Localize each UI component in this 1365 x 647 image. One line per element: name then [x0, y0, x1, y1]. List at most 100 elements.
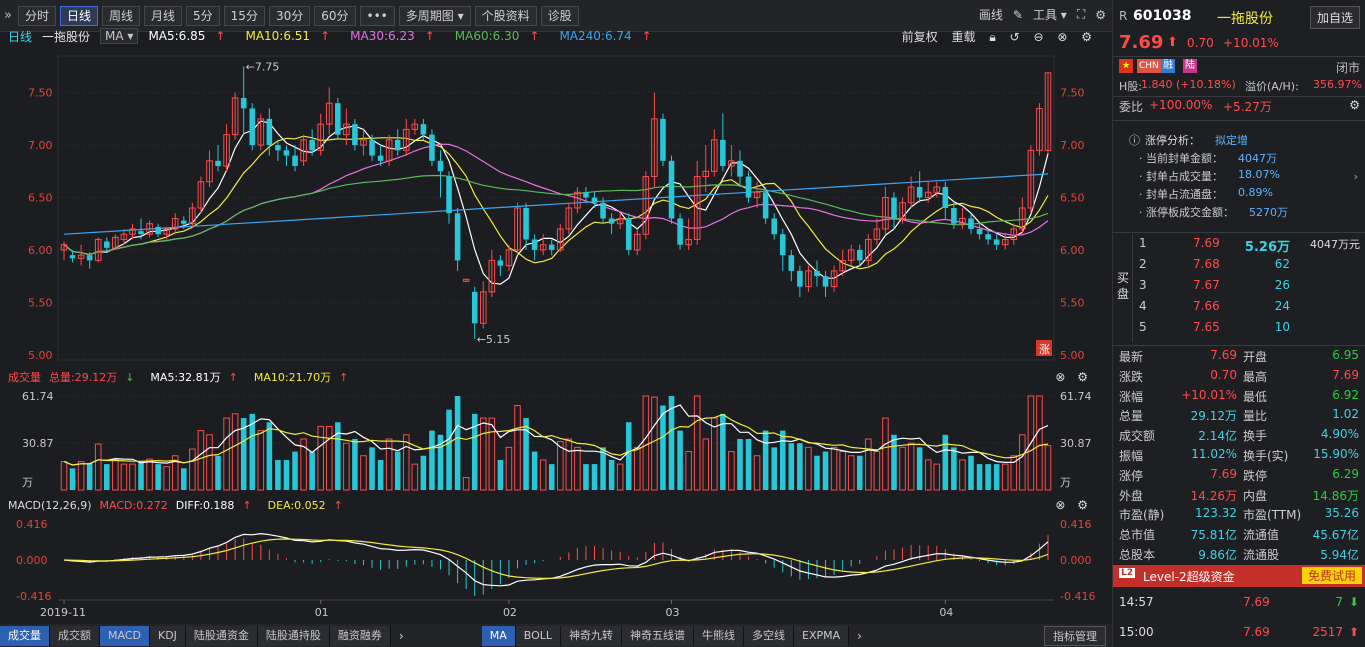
volume-bar [523, 418, 529, 490]
close-icon[interactable]: ⊗ [1055, 370, 1065, 384]
settings-icon[interactable]: ⚙ [1077, 370, 1088, 384]
tag-row: ★ CHN 融 陆 闭市 [1113, 58, 1365, 76]
buy-price[interactable]: 7.69 [1193, 236, 1220, 250]
reload-button[interactable]: 重载 [952, 30, 976, 44]
limit-status: 拟定增 [1215, 134, 1248, 147]
period-tab[interactable]: 5分 [186, 5, 220, 26]
buy-price[interactable]: 7.65 [1193, 320, 1220, 334]
more-right-icon[interactable]: › [857, 629, 862, 643]
period-tab[interactable]: 60分 [314, 5, 356, 26]
h-share-row: H股: 1.840 (+10.18%) 溢价(A/H): 356.97% [1113, 78, 1365, 96]
volume-bar [745, 438, 752, 490]
fuquan-button[interactable]: 前复权 [902, 30, 938, 44]
indicator-manage-button[interactable]: 指标管理 [1044, 625, 1106, 646]
candle-body [608, 218, 615, 224]
indicator-tab[interactable]: 陆股通持股 [257, 625, 330, 646]
indicator-select[interactable]: MA ▾ [100, 28, 139, 44]
candle-body [309, 139, 315, 151]
buy-price[interactable]: 7.67 [1193, 278, 1220, 292]
period-tab[interactable]: 15分 [223, 5, 265, 26]
indicator-tab[interactable]: 牛熊线 [694, 625, 745, 646]
collapse-left-icon[interactable]: » [4, 8, 12, 23]
more-left-icon[interactable]: › [399, 629, 404, 643]
indicator-tab[interactable]: 神奇五线谱 [622, 625, 695, 646]
quote-label: 最低 [1243, 389, 1268, 404]
candle-body [249, 108, 256, 146]
quote-value: 9.86亿 [1198, 548, 1237, 562]
candlestick-chart[interactable]: 7.50 7.00 6.50 6.00 5.50 5.00 7.50 7.00 6.50 6.0… [0, 46, 1112, 368]
quote-value: 2.14亿 [1198, 429, 1237, 444]
settings-icon[interactable]: ⚙ [1095, 8, 1106, 22]
tick-volume: 2517 [1312, 625, 1343, 639]
period-tab[interactable]: 多周期图 ▾ [398, 5, 471, 26]
limit-line-value: 18.07% [1238, 168, 1280, 181]
macd-chart[interactable]: 0.416 0.416 0.000 0.000 -0.416 -0.416 2019-11… [0, 514, 1112, 624]
candle-body [856, 249, 863, 261]
settings-icon[interactable]: ⚙ [1077, 498, 1088, 512]
volume-bar [856, 455, 863, 490]
undo-icon[interactable]: ↺ [1010, 30, 1020, 44]
close-icon[interactable]: ⊗ [1057, 30, 1067, 44]
period-tab[interactable]: 分时 [17, 5, 56, 26]
indicator-tab[interactable]: 多空线 [744, 625, 795, 646]
up-arrow-icon: ↑ [228, 371, 238, 384]
settings-icon[interactable]: ⚙ [1349, 98, 1360, 112]
period-tab[interactable]: ••• [359, 5, 395, 26]
macd-tick-label: -0.416 [16, 590, 51, 603]
settings-icon[interactable]: ⚙ [1081, 30, 1092, 44]
quote-label: 总股本 [1119, 548, 1156, 562]
buy-price[interactable]: 7.68 [1193, 257, 1220, 271]
indicator-tab[interactable]: 成交量 [0, 625, 50, 646]
tools-button[interactable]: 工具 ▾ [1033, 6, 1067, 23]
h-share-label: H股: [1119, 80, 1142, 93]
candle-body [181, 220, 187, 224]
price-tick-label: 6.00 [1060, 244, 1085, 257]
ma10-value: MA10:6.51 ↑ [245, 29, 340, 43]
indicator-tab[interactable]: 融资融券 [329, 625, 391, 646]
volume-chart[interactable]: 61.74 61.74 30.87 30.87 万 万 [0, 386, 1112, 494]
period-tab[interactable]: 周线 [102, 5, 141, 26]
volume-bar [720, 413, 726, 490]
indicator-tab[interactable]: 陆股通资金 [185, 625, 258, 646]
period-tab[interactable]: 个股资料 [474, 5, 537, 26]
level2-banner[interactable]: L2 Level-2超级资金 免费试用 [1113, 565, 1365, 587]
quote-value: 11.02% [1191, 447, 1237, 461]
chart-options: 前复权 重载 🔒︎ ↺ ⊖ ⊗ ⚙ [902, 28, 1102, 45]
free-trial-button[interactable]: 免费试用 [1301, 567, 1362, 584]
period-tab[interactable]: 30分 [268, 5, 311, 26]
quote-label: 最新 [1119, 350, 1144, 364]
quote-value: 7.69 [1210, 466, 1237, 481]
indicator-tab[interactable]: KDJ [149, 625, 186, 646]
volume-bar [951, 447, 957, 490]
candle-body [993, 239, 1000, 245]
zoom-out-icon[interactable]: ⊖ [1033, 30, 1043, 44]
macd-header: MACD(12,26,9) MACD:0.272 DIFF:0.188 ↑ DEA… [0, 496, 1112, 514]
volume-bar [181, 468, 187, 490]
candle-body [471, 291, 478, 324]
close-icon[interactable]: ⊗ [1055, 498, 1065, 512]
pencil-icon[interactable]: ✎ [1013, 8, 1023, 22]
candle-body [548, 244, 555, 250]
collapse-right-icon[interactable]: › [1354, 170, 1358, 183]
premium-label: 溢价(A/H): [1245, 80, 1299, 93]
separator [1113, 96, 1365, 97]
indicator-tab[interactable]: 成交额 [50, 625, 100, 646]
period-tab[interactable]: 诊股 [540, 5, 579, 26]
volume-bar [771, 447, 777, 490]
indicator-tab[interactable]: EXPMA [794, 625, 850, 646]
indicator-tab[interactable]: MACD [100, 625, 150, 646]
ma5-text: MA5:6.85 [148, 29, 206, 43]
period-tab[interactable]: 月线 [144, 5, 183, 26]
draw-line-button[interactable]: 画线 [979, 6, 1003, 23]
period-tab[interactable]: 日线 [59, 5, 98, 26]
lock-icon[interactable]: 🔒︎ [989, 30, 995, 44]
indicator-tab[interactable]: 神奇九转 [561, 625, 623, 646]
volume-bar [788, 443, 795, 490]
fullscreen-icon[interactable]: ⛶ [1077, 7, 1085, 22]
add-watchlist-button[interactable]: 加自选 [1309, 6, 1360, 29]
indicator-tab[interactable]: BOLL [515, 625, 562, 646]
indicator-tab[interactable]: MA [481, 625, 516, 646]
ma5-value: MA5:6.85 ↑ [148, 29, 235, 43]
quote-label: 量比 [1243, 409, 1268, 424]
buy-price[interactable]: 7.66 [1193, 299, 1220, 313]
